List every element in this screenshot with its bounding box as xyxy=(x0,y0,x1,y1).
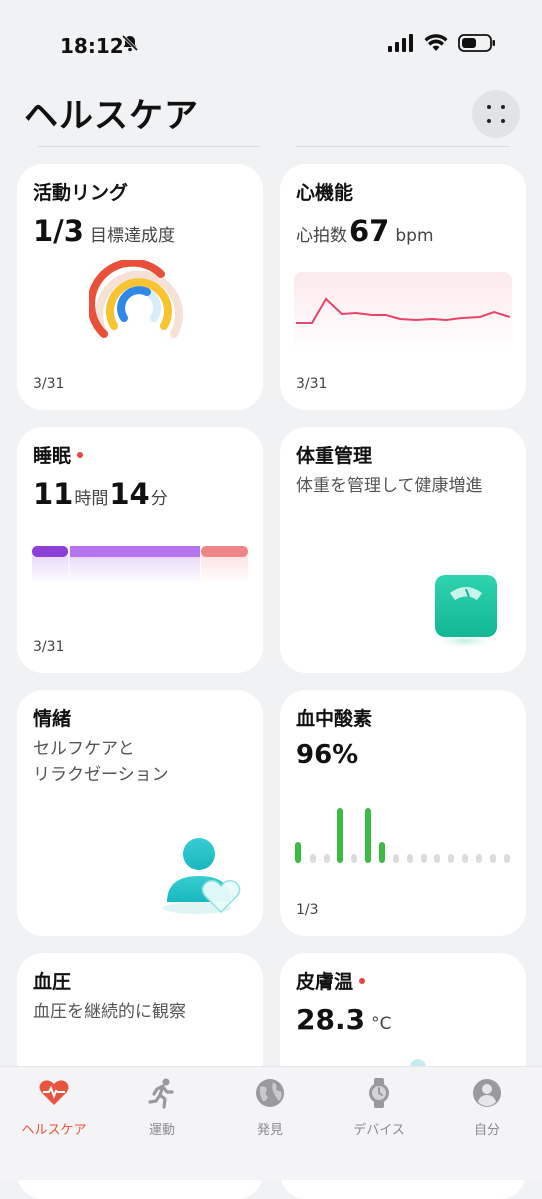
scale-icon xyxy=(431,575,499,649)
card-subtitle: 血圧を継続的に観察 xyxy=(33,1002,186,1022)
more-menu-button[interactable] xyxy=(472,90,520,138)
heart-rate-number: 67 xyxy=(349,214,390,248)
activity-label: 目標達成度 xyxy=(89,226,175,246)
divider xyxy=(296,146,510,147)
card-subtitle: セルフケアと リラクゼーション xyxy=(33,736,169,788)
subtitle-line: リラクゼーション xyxy=(33,765,169,785)
emotion-card[interactable]: 情緒 セルフケアと リラクゼーション xyxy=(17,690,263,936)
sleep-duration: 11 時間 14 分 xyxy=(33,477,168,511)
card-title: 皮膚温 xyxy=(296,967,366,994)
sleep-stage-chart xyxy=(32,544,248,584)
alert-dot xyxy=(77,451,84,458)
sleep-title: 睡眠 xyxy=(33,445,72,467)
runner-icon xyxy=(148,1078,174,1109)
skin-temp-value: 28.3 °C xyxy=(296,1003,391,1036)
skin-title: 皮膚温 xyxy=(296,971,354,993)
person-heart-icon xyxy=(163,838,241,914)
spo2-bar-chart xyxy=(295,808,510,863)
card-date: 1/3 xyxy=(296,902,319,918)
page-title: ヘルスケア xyxy=(24,96,199,136)
activity-rings-icon xyxy=(89,260,183,338)
alert-dot xyxy=(359,977,366,984)
wifi-icon xyxy=(424,34,448,51)
person-icon xyxy=(473,1079,501,1107)
card-date: 3/31 xyxy=(33,376,65,392)
blood-oxygen-card[interactable]: 血中酸素 96% 1/3 xyxy=(280,690,526,936)
sleep-minutes-unit: 分 xyxy=(150,489,168,509)
sleep-minutes: 14 xyxy=(109,477,150,511)
subtitle-line: セルフケアと xyxy=(33,739,135,759)
card-title: 血圧 xyxy=(33,971,72,993)
nav-label: ヘルスケア xyxy=(21,1123,87,1138)
skin-temp-unit: °C xyxy=(371,1014,392,1034)
activity-ring-card[interactable]: 活動リング 1/3 目標達成度 3/31 xyxy=(17,164,263,410)
nav-label: 運動 xyxy=(148,1123,175,1138)
activity-value: 1/3 目標達成度 xyxy=(33,214,175,248)
status-time: 18:12 xyxy=(60,34,124,58)
nav-tab-discover[interactable]: 発見 xyxy=(220,1077,320,1138)
nav-tab-health[interactable]: ヘルスケア xyxy=(4,1077,104,1138)
sleep-card[interactable]: 睡眠 11 時間 14 分 3/31 xyxy=(17,427,263,673)
globe-icon xyxy=(256,1079,284,1107)
divider xyxy=(38,146,260,147)
signal-icon xyxy=(388,34,413,52)
heart-rate-unit: bpm xyxy=(395,226,434,246)
card-date: 3/31 xyxy=(296,376,328,392)
nav-tab-me[interactable]: 自分 xyxy=(437,1077,537,1138)
card-title: 血中酸素 xyxy=(296,708,373,730)
heart-function-card[interactable]: 心機能 心拍数 67 bpm 3/31 xyxy=(280,164,526,410)
heart-rate-chart xyxy=(294,272,512,354)
nav-tab-exercise[interactable]: 運動 xyxy=(112,1077,212,1138)
card-subtitle: 体重を管理して健康増進 xyxy=(296,476,483,496)
sleep-hours: 11 xyxy=(33,477,74,511)
heart-pulse-icon xyxy=(39,1080,69,1105)
nav-label: 発見 xyxy=(256,1123,283,1138)
bottom-navigation: ヘルスケア 運動 発見 デバイス 自分 xyxy=(0,1066,542,1180)
bell-muted-icon xyxy=(121,34,139,52)
sleep-hours-unit: 時間 xyxy=(74,489,109,509)
card-title: 体重管理 xyxy=(296,445,373,467)
battery-icon xyxy=(458,34,495,52)
heart-rate-value: 心拍数 67 bpm xyxy=(296,214,434,248)
nav-label: 自分 xyxy=(473,1123,500,1138)
heart-rate-label: 心拍数 xyxy=(296,226,347,246)
skin-temp-number: 28.3 xyxy=(296,1003,366,1036)
spo2-value: 96% xyxy=(296,740,359,770)
weight-management-card[interactable]: 体重管理 体重を管理して健康増進 xyxy=(280,427,526,673)
card-title: 情緒 xyxy=(33,708,72,730)
nav-tab-devices[interactable]: デバイス xyxy=(329,1077,429,1138)
card-title: 活動リング xyxy=(33,182,129,204)
nav-label: デバイス xyxy=(353,1123,405,1138)
card-date: 3/31 xyxy=(33,639,65,655)
activity-count: 1/3 xyxy=(33,214,84,248)
status-bar: 18:12 xyxy=(0,0,542,80)
card-title: 睡眠 xyxy=(33,441,84,468)
watch-icon xyxy=(369,1078,389,1108)
card-title: 心機能 xyxy=(296,182,354,204)
